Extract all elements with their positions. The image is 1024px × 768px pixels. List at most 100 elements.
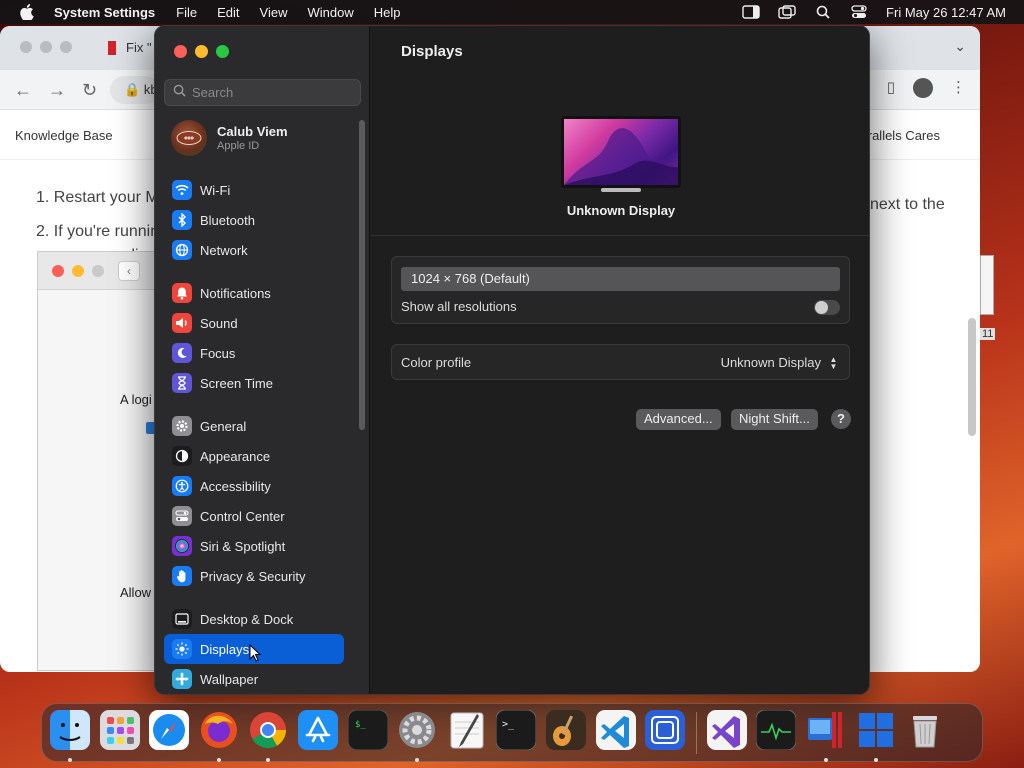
sidebar-item-appearance[interactable]: Appearance xyxy=(164,441,344,471)
dock-icon xyxy=(172,609,192,629)
sidebar-item-general[interactable]: General xyxy=(164,411,344,441)
minimize-button[interactable] xyxy=(195,45,208,58)
sidebar-item-label: Notifications xyxy=(200,285,271,301)
spotlight-search-icon[interactable] xyxy=(814,5,832,19)
sidebar-item-label: Screen Time xyxy=(200,375,273,391)
chevron-down-icon[interactable]: ⌄ xyxy=(954,38,966,55)
color-profile-row: Color profile Unknown Display ▲ ▼ xyxy=(391,344,850,380)
nav-knowledge-base[interactable]: Knowledge Base xyxy=(15,128,113,143)
sidebar-item-screen-time[interactable]: Screen Time xyxy=(164,368,344,398)
resolution-option-selected[interactable]: 1024 × 768 (Default) xyxy=(401,267,840,291)
dock-terminal[interactable]: >_ xyxy=(495,709,537,755)
running-indicator xyxy=(266,757,271,762)
menu-app-name[interactable]: System Settings xyxy=(54,5,155,20)
sidebar-item-notifications[interactable]: Notifications xyxy=(164,278,344,308)
up-down-chevron-icon[interactable]: ▲ ▼ xyxy=(827,355,840,371)
account-subtitle: Apple ID xyxy=(217,140,260,152)
menu-edit[interactable]: Edit xyxy=(217,5,239,20)
dock-activity-monitor[interactable] xyxy=(755,709,797,754)
speaker-icon xyxy=(172,313,192,333)
color-profile-select[interactable]: Unknown Display xyxy=(721,355,821,370)
dock-textedit[interactable] xyxy=(446,712,488,754)
siri-icon xyxy=(172,536,192,556)
display-monitor-icon[interactable] xyxy=(561,116,681,192)
reload-icon[interactable]: ↻ xyxy=(82,80,97,101)
help-button[interactable]: ? xyxy=(831,409,851,429)
sidebar-item-control-center[interactable]: Control Center xyxy=(164,501,344,531)
sidebar-panel-icon[interactable]: ▯ xyxy=(887,78,895,98)
gear-icon xyxy=(397,710,437,755)
dock-system-settings[interactable] xyxy=(396,710,438,762)
dock-visual-studio[interactable] xyxy=(706,710,748,755)
sidebar-toggle-icon[interactable] xyxy=(742,5,760,19)
accessibility-icon xyxy=(172,476,192,496)
firefox-icon xyxy=(199,710,239,755)
night-shift-button[interactable]: Night Shift... xyxy=(731,409,818,430)
sidebar-item-desktop-dock[interactable]: Desktop & Dock xyxy=(164,604,344,634)
visual-studio-icon xyxy=(706,710,747,755)
nav-parallels-cares[interactable]: arallels Cares xyxy=(861,128,940,143)
dock-parallels-app[interactable] xyxy=(644,710,686,755)
close-button[interactable] xyxy=(174,45,187,58)
sidebar-item-bluetooth[interactable]: Bluetooth xyxy=(164,205,344,235)
apple-logo-icon[interactable] xyxy=(18,4,36,20)
menu-help[interactable]: Help xyxy=(374,5,401,20)
dock-safari[interactable] xyxy=(148,710,190,754)
browser-tab[interactable]: Fix " xyxy=(108,40,152,55)
menu-file[interactable]: File xyxy=(176,5,197,20)
menu-window[interactable]: Window xyxy=(307,5,353,20)
dock-launchpad[interactable] xyxy=(99,710,141,754)
globe-icon xyxy=(172,240,192,260)
dock-garageband[interactable] xyxy=(545,710,587,754)
wallpaper-icon xyxy=(172,669,192,689)
mouse-pointer-icon xyxy=(249,643,262,662)
dock-terminal-green[interactable]: $_ xyxy=(347,709,389,754)
frame-icon xyxy=(645,710,686,755)
browser-window-controls[interactable] xyxy=(20,41,72,53)
dock-finder[interactable] xyxy=(49,710,91,762)
sidebar-item-sound[interactable]: Sound xyxy=(164,308,344,338)
profile-avatar-icon[interactable] xyxy=(913,78,933,98)
sidebar-search[interactable] xyxy=(164,79,361,106)
screenshot-text-2: Allow xyxy=(120,585,152,600)
sidebar-item-wallpaper[interactable]: Wallpaper xyxy=(164,664,344,694)
back-arrow-icon[interactable]: ← xyxy=(14,80,32,101)
parallels-favicon-icon xyxy=(108,40,116,55)
sidebar-item-label: Privacy & Security xyxy=(200,568,306,584)
advanced-button[interactable]: Advanced... xyxy=(636,409,721,430)
browser-scrollbar[interactable] xyxy=(968,318,976,436)
dock-separator xyxy=(695,711,697,754)
url-field[interactable]: 🔒 kb xyxy=(110,76,160,104)
chrome-icon xyxy=(248,710,288,755)
apple-id-account[interactable]: Calub Viem Apple ID xyxy=(171,120,288,156)
system-settings-window: Calub Viem Apple ID Wi-Fi Bluetooth Networ… xyxy=(154,25,870,695)
screen-mirroring-icon[interactable] xyxy=(778,5,796,19)
sidebar-item-siri-spotlight[interactable]: Siri & Spotlight xyxy=(164,531,344,561)
dock-parallels-desktop[interactable] xyxy=(805,712,847,762)
show-all-resolutions-toggle[interactable] xyxy=(814,300,840,315)
control-center-icon[interactable] xyxy=(850,5,868,19)
running-indicator xyxy=(823,757,828,762)
forward-arrow-icon[interactable]: → xyxy=(48,80,66,101)
zoom-button[interactable] xyxy=(216,45,229,58)
sidebar-scrollbar[interactable] xyxy=(359,120,365,430)
menu-view[interactable]: View xyxy=(260,5,288,20)
more-menu-icon[interactable]: ⋮ xyxy=(951,78,966,98)
sidebar-item-label: Sound xyxy=(200,315,238,331)
dock-chrome[interactable] xyxy=(247,710,289,762)
sidebar-item-accessibility[interactable]: Accessibility xyxy=(164,471,344,501)
window-controls xyxy=(174,45,229,58)
sidebar-item-privacy-security[interactable]: Privacy & Security xyxy=(164,561,344,591)
dock-app-store[interactable] xyxy=(297,710,339,754)
sidebar-item-focus[interactable]: Focus xyxy=(164,338,344,368)
dock-firefox[interactable] xyxy=(198,710,240,762)
menu-clock[interactable]: Fri May 26 12:47 AM xyxy=(886,5,1006,20)
sidebar-item-wi-fi[interactable]: Wi-Fi xyxy=(164,175,344,205)
dock-trash[interactable] xyxy=(904,712,946,754)
dock-windows[interactable] xyxy=(855,712,897,762)
dock-vscode[interactable] xyxy=(595,710,637,754)
search-input[interactable] xyxy=(192,85,352,100)
terminal-prompt-icon: >_ xyxy=(495,709,537,755)
sidebar-item-network[interactable]: Network xyxy=(164,235,344,265)
